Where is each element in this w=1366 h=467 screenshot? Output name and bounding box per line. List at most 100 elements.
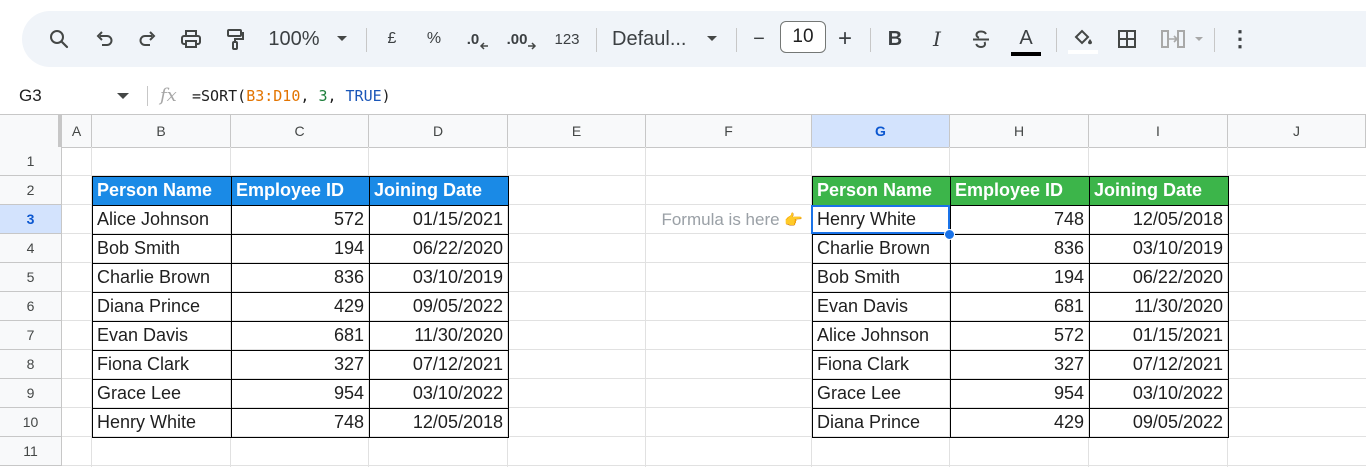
table-cell[interactable]: 07/12/2021: [1089, 350, 1228, 379]
strikethrough-icon[interactable]: [968, 11, 994, 67]
merge-cells-icon[interactable]: [1156, 11, 1190, 67]
row-header-4[interactable]: 4: [0, 234, 62, 263]
zoom-dropdown-icon[interactable]: [334, 11, 350, 67]
table-cell[interactable]: 748: [950, 205, 1089, 234]
fill-color-icon[interactable]: [1066, 11, 1100, 67]
table-cell[interactable]: Fiona Clark: [92, 350, 231, 379]
table-cell[interactable]: 12/05/2018: [369, 408, 508, 437]
column-header-f[interactable]: F: [646, 115, 812, 147]
font-select[interactable]: Defaul...: [612, 11, 690, 67]
table-cell[interactable]: Diana Prince: [812, 408, 950, 437]
table-cell[interactable]: 572: [950, 321, 1089, 350]
table-cell[interactable]: Bob Smith: [812, 263, 950, 292]
column-header-a[interactable]: A: [62, 115, 92, 147]
more-vert-icon[interactable]: ⋮: [1228, 11, 1252, 67]
table-cell[interactable]: 429: [950, 408, 1089, 437]
row-header-10[interactable]: 10: [0, 408, 62, 437]
table-cell[interactable]: 01/15/2021: [1089, 321, 1228, 350]
row-header-9[interactable]: 9: [0, 379, 62, 408]
column-header-g[interactable]: G: [812, 115, 950, 147]
redo-icon[interactable]: [132, 11, 162, 67]
table-cell[interactable]: 03/10/2019: [369, 263, 508, 292]
column-header-h[interactable]: H: [950, 115, 1089, 147]
table-cell[interactable]: 327: [231, 350, 369, 379]
table-cell[interactable]: Henry White: [92, 408, 231, 437]
table-cell[interactable]: 836: [950, 234, 1089, 263]
spreadsheet-grid[interactable]: ABCDEFGHIJ 1 2 3 4 5 6 7 8 9 10 11 Person Name Empl…: [0, 115, 1366, 467]
column-header-c[interactable]: C: [231, 115, 369, 147]
table-cell[interactable]: Diana Prince: [92, 292, 231, 321]
merge-dropdown-icon[interactable]: [1192, 11, 1206, 67]
row-header-2[interactable]: 2: [0, 176, 62, 205]
table-cell[interactable]: 194: [231, 234, 369, 263]
currency-format-button[interactable]: £: [380, 11, 404, 67]
select-all-corner[interactable]: [0, 115, 62, 147]
row-header-6[interactable]: 6: [0, 292, 62, 321]
table-cell[interactable]: Evan Davis: [92, 321, 231, 350]
table-cell[interactable]: 572: [231, 205, 369, 234]
row-header-11[interactable]: 11: [0, 437, 62, 466]
search-icon[interactable]: [44, 11, 74, 67]
table-cell[interactable]: 429: [231, 292, 369, 321]
column-header-j[interactable]: J: [1228, 115, 1366, 147]
table-cell[interactable]: Bob Smith: [92, 234, 231, 263]
table-header-cell[interactable]: Joining Date: [1089, 176, 1228, 205]
table-cell[interactable]: 836: [231, 263, 369, 292]
table-header-cell[interactable]: Employee ID: [231, 176, 369, 205]
table-header-cell[interactable]: Person Name: [812, 176, 950, 205]
table-cell[interactable]: 09/05/2022: [369, 292, 508, 321]
table-cell[interactable]: Alice Johnson: [92, 205, 231, 234]
name-box[interactable]: G3: [19, 78, 42, 114]
font-dropdown-icon[interactable]: [704, 11, 720, 67]
table-header-cell[interactable]: Person Name: [92, 176, 231, 205]
table-cell[interactable]: Alice Johnson: [812, 321, 950, 350]
table-header-cell[interactable]: Joining Date: [369, 176, 508, 205]
table-cell[interactable]: 03/10/2022: [1089, 379, 1228, 408]
column-header-d[interactable]: D: [369, 115, 508, 147]
row-header-7[interactable]: 7: [0, 321, 62, 350]
table-cell[interactable]: 06/22/2020: [369, 234, 508, 263]
percent-format-button[interactable]: %: [422, 11, 446, 67]
table-cell[interactable]: 03/10/2019: [1089, 234, 1228, 263]
formula-note[interactable]: Formula is here 👉: [645, 205, 809, 234]
paint-format-icon[interactable]: [220, 11, 250, 67]
decrease-decimal-button[interactable]: .0: [464, 11, 492, 67]
name-box-dropdown-icon[interactable]: [117, 93, 129, 99]
table-cell[interactable]: 681: [950, 292, 1089, 321]
table-cell[interactable]: Fiona Clark: [812, 350, 950, 379]
table-cell[interactable]: 01/15/2021: [369, 205, 508, 234]
decrease-font-size-button[interactable]: −: [748, 11, 770, 67]
row-header-5[interactable]: 5: [0, 263, 62, 292]
text-color-icon[interactable]: A: [1008, 11, 1044, 67]
number-format-button[interactable]: 123: [550, 11, 584, 67]
column-header-b[interactable]: B: [92, 115, 231, 147]
increase-decimal-button[interactable]: .00: [506, 11, 538, 67]
table-cell[interactable]: 11/30/2020: [1089, 292, 1228, 321]
table-cell[interactable]: Charlie Brown: [812, 234, 950, 263]
undo-icon[interactable]: [90, 11, 120, 67]
table-cell[interactable]: 11/30/2020: [369, 321, 508, 350]
table-cell[interactable]: 327: [950, 350, 1089, 379]
increase-font-size-button[interactable]: +: [834, 11, 856, 67]
row-header-8[interactable]: 8: [0, 350, 62, 379]
table-cell[interactable]: Grace Lee: [92, 379, 231, 408]
column-header-i[interactable]: I: [1089, 115, 1228, 147]
column-header-e[interactable]: E: [508, 115, 646, 147]
print-icon[interactable]: [176, 11, 206, 67]
zoom-select[interactable]: 100%: [266, 11, 322, 67]
table-cell[interactable]: Grace Lee: [812, 379, 950, 408]
row-header-3[interactable]: 3: [0, 205, 62, 234]
bold-button[interactable]: B: [884, 11, 906, 67]
row-header-1[interactable]: 1: [0, 147, 62, 176]
table-cell[interactable]: 03/10/2022: [369, 379, 508, 408]
table-cell[interactable]: Henry White: [812, 205, 950, 234]
table-cell[interactable]: 06/22/2020: [1089, 263, 1228, 292]
table-cell[interactable]: 681: [231, 321, 369, 350]
table-header-cell[interactable]: Employee ID: [950, 176, 1089, 205]
table-cell[interactable]: 12/05/2018: [1089, 205, 1228, 234]
table-cell[interactable]: 748: [231, 408, 369, 437]
fill-handle[interactable]: [944, 229, 955, 240]
font-size-input[interactable]: 10: [780, 21, 826, 53]
table-cell[interactable]: 07/12/2021: [369, 350, 508, 379]
formula-input[interactable]: =SORT(B3:D10, 3, TRUE): [192, 78, 391, 114]
